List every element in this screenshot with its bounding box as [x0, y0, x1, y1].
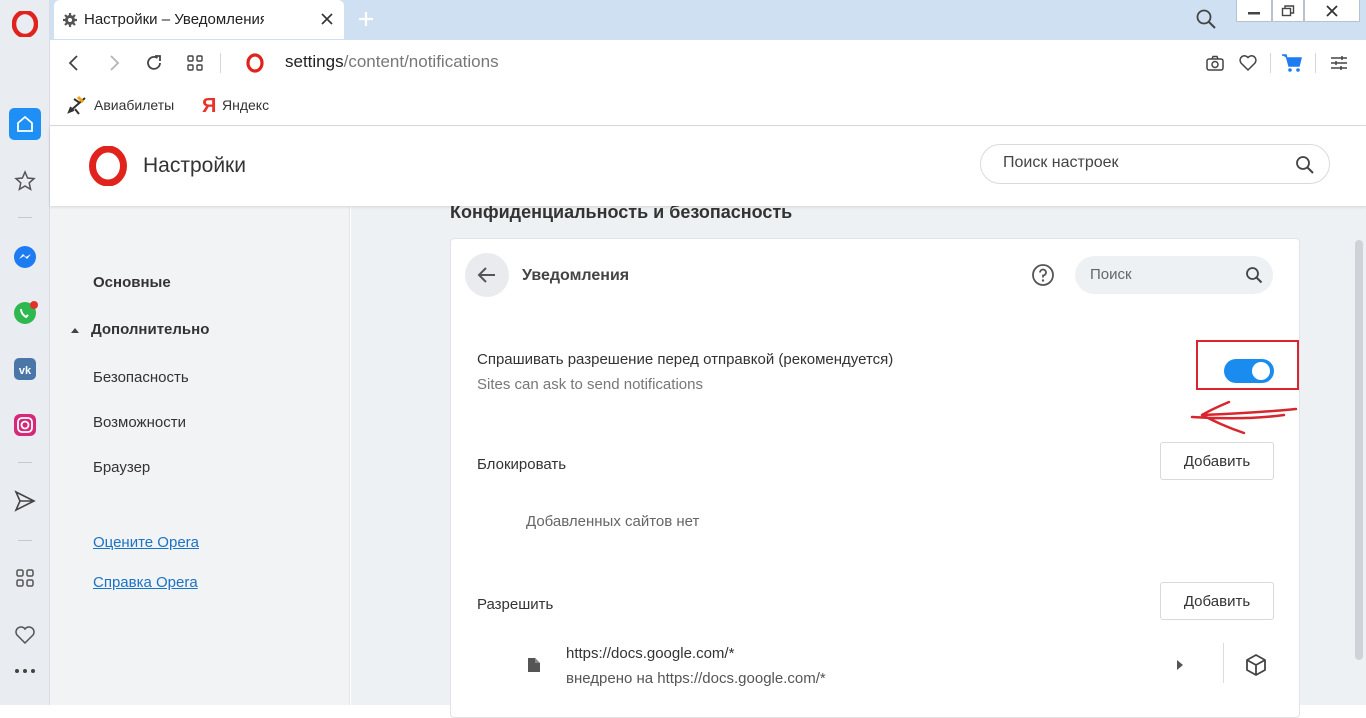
- heart-icon[interactable]: [1236, 51, 1260, 75]
- nav-item-advanced[interactable]: Дополнительно: [91, 321, 209, 338]
- bookmark-label: Авиабилеты: [94, 97, 175, 113]
- notifications-search: [1075, 256, 1273, 294]
- bookmarks-bar: Авиабилеты Я Яндекс: [50, 86, 1366, 126]
- card-title: Уведомления: [522, 267, 630, 284]
- allow-add-button[interactable]: Добавить: [1160, 582, 1274, 620]
- send-icon[interactable]: [9, 485, 41, 517]
- bookmark-aviabilety[interactable]: Авиабилеты: [66, 94, 174, 116]
- nav-item-security[interactable]: Безопасность: [93, 369, 189, 386]
- back-arrow-icon: [477, 267, 495, 283]
- page-title: Настройки: [143, 154, 246, 177]
- settings-search-input[interactable]: [1003, 154, 1273, 172]
- grid-icon[interactable]: [9, 562, 41, 594]
- tab-title: Настройки – Уведомления: [84, 11, 264, 28]
- bookmark-label: Яндекс: [222, 97, 270, 113]
- back-icon[interactable]: [62, 51, 86, 75]
- heart-icon[interactable]: [9, 619, 41, 651]
- toolbar-divider: [1270, 53, 1271, 73]
- yandex-icon: Я: [200, 94, 216, 116]
- notifications-search-input[interactable]: [1090, 266, 1230, 283]
- tabs-grid-icon[interactable]: [183, 51, 207, 75]
- url-path: /content/notifications: [343, 52, 499, 71]
- tab-strip: Настройки – Уведомления: [50, 0, 1366, 40]
- sidebar-divider: [18, 540, 32, 541]
- row-divider: [1223, 643, 1224, 683]
- chevron-right-icon[interactable]: [1175, 659, 1185, 671]
- block-title: Блокировать: [477, 456, 567, 473]
- block-add-button[interactable]: Добавить: [1160, 442, 1274, 480]
- svg-text:Я: Я: [202, 95, 216, 116]
- back-button[interactable]: [465, 253, 509, 297]
- opera-logo-icon: [88, 146, 128, 186]
- block-empty-text: Добавленных сайтов нет: [526, 513, 700, 530]
- reload-icon[interactable]: [142, 51, 166, 75]
- address-bar[interactable]: settings/content/notifications: [285, 52, 499, 72]
- star-icon[interactable]: [9, 165, 41, 197]
- easy-setup-icon[interactable]: [1327, 51, 1351, 75]
- cart-icon[interactable]: [1280, 51, 1304, 75]
- help-icon[interactable]: [1031, 263, 1055, 287]
- plane-icon: [66, 94, 88, 116]
- toolbar-divider: [1315, 53, 1316, 73]
- opera-logo-icon[interactable]: [9, 8, 41, 40]
- allowed-site-url: https://docs.google.com/*: [566, 645, 735, 662]
- close-window-button[interactable]: [1304, 0, 1360, 22]
- file-icon: [527, 657, 541, 673]
- bookmark-yandex[interactable]: Я Яндекс: [200, 94, 269, 116]
- nav-item-basic[interactable]: Основные: [93, 274, 171, 291]
- instagram-icon[interactable]: [9, 409, 41, 441]
- allowed-site-embedded: внедрено на https://docs.google.com/*: [566, 670, 826, 687]
- close-icon[interactable]: [318, 10, 336, 28]
- home-icon[interactable]: [9, 108, 41, 140]
- minimize-button[interactable]: [1236, 0, 1272, 22]
- address-toolbar: settings/content/notifications: [50, 40, 1366, 86]
- search-icon[interactable]: [1195, 8, 1217, 30]
- rate-opera-link[interactable]: Оцените Opera: [93, 534, 199, 551]
- ask-permission-label: Спрашивать разрешение перед отправкой (р…: [477, 351, 894, 368]
- sidebar-divider: [18, 217, 32, 218]
- messenger-icon[interactable]: [9, 241, 41, 273]
- allow-title: Разрешить: [477, 596, 554, 613]
- settings-nav: Основные Дополнительно Безопасность Возм…: [50, 206, 350, 705]
- notifications-card: Уведомления Спрашивать разрешение перед …: [450, 238, 1300, 718]
- cube-icon[interactable]: [1244, 653, 1268, 677]
- svg-text:vk: vk: [19, 365, 32, 377]
- vk-icon[interactable]: vk: [9, 353, 41, 385]
- ask-permission-sublabel: Sites can ask to send notifications: [477, 376, 703, 393]
- settings-search: [980, 144, 1330, 184]
- highlight-box: [1196, 340, 1299, 390]
- settings-main: Конфиденциальность и безопасность Уведом…: [351, 202, 1366, 718]
- nav-item-features[interactable]: Возможности: [93, 414, 186, 431]
- tab-settings[interactable]: Настройки – Уведомления: [54, 0, 344, 39]
- more-icon[interactable]: [9, 655, 41, 687]
- url-host: settings: [285, 52, 344, 71]
- search-icon[interactable]: [1245, 266, 1263, 284]
- nav-item-browser[interactable]: Браузер: [93, 459, 150, 476]
- camera-icon[interactable]: [1203, 51, 1227, 75]
- plus-icon[interactable]: [356, 9, 376, 29]
- settings-header: Настройки: [50, 126, 1366, 206]
- search-icon[interactable]: [1295, 155, 1315, 175]
- scrollbar[interactable]: [1355, 240, 1363, 660]
- gear-icon: [62, 12, 78, 28]
- opera-help-link[interactable]: Справка Opera: [93, 574, 198, 591]
- maximize-button[interactable]: [1272, 0, 1304, 22]
- whatsapp-icon[interactable]: [9, 297, 41, 329]
- annotation-arrow-icon: [1190, 400, 1298, 435]
- chevron-up-icon[interactable]: [70, 326, 80, 334]
- sidebar-divider: [18, 462, 32, 463]
- toolbar-divider: [220, 53, 221, 73]
- opera-sidebar: vk: [0, 0, 50, 705]
- forward-icon[interactable]: [102, 51, 126, 75]
- opera-logo-icon: [243, 51, 267, 75]
